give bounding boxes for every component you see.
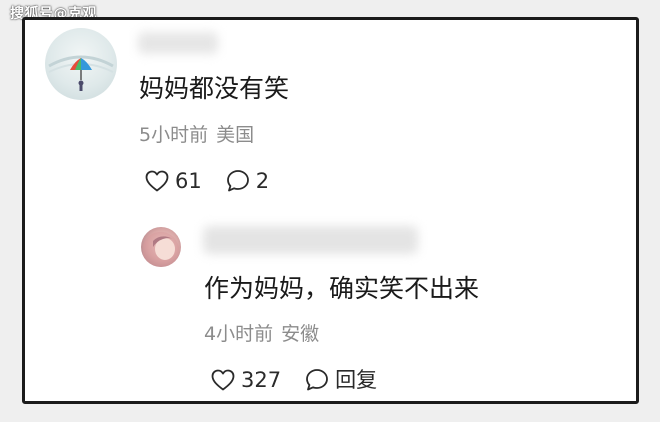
reply-text: 作为妈妈，确实笑不出来: [204, 274, 480, 303]
reply-label: 回复: [335, 368, 378, 392]
like-count: 61: [175, 169, 202, 193]
avatar-illustration: [48, 55, 114, 91]
reply-avatar[interactable]: [141, 227, 181, 267]
comment-meta: 5小时前 美国: [139, 123, 254, 147]
speech-bubble-icon: [226, 170, 249, 192]
reply-button[interactable]: 回复: [305, 367, 377, 393]
comment-location: 美国: [216, 124, 255, 146]
like-button[interactable]: 61: [145, 168, 202, 194]
reply-button[interactable]: 2: [226, 168, 269, 194]
reply-time: 4小时前: [204, 323, 274, 345]
reply-meta: 4小时前 安徽: [204, 322, 319, 346]
reply-count: 2: [255, 169, 270, 193]
like-count: 327: [241, 368, 282, 392]
screenshot-page: 搜狐号@克观 妈妈都没有笑 5小时前 美国 61 2 作为妈妈，确实笑不出来 4…: [0, 0, 660, 422]
comment-time: 5小时前: [139, 124, 209, 146]
heart-outline-icon: [211, 369, 235, 391]
reply-actions: 327 回复: [211, 367, 377, 393]
reply-username-redacted: [203, 226, 418, 254]
avatar-illustration: [143, 231, 179, 267]
username-redacted: [138, 32, 218, 54]
comment-text: 妈妈都没有笑: [139, 74, 290, 103]
comment-panel: 妈妈都没有笑 5小时前 美国 61 2 作为妈妈，确实笑不出来 4小时前 安徽 …: [22, 17, 639, 404]
heart-outline-icon: [145, 170, 169, 192]
speech-bubble-icon: [306, 369, 328, 391]
avatar[interactable]: [45, 28, 117, 100]
like-button[interactable]: 327: [211, 367, 281, 393]
comment-actions: 61 2: [145, 168, 269, 194]
reply-location: 安徽: [281, 323, 320, 345]
